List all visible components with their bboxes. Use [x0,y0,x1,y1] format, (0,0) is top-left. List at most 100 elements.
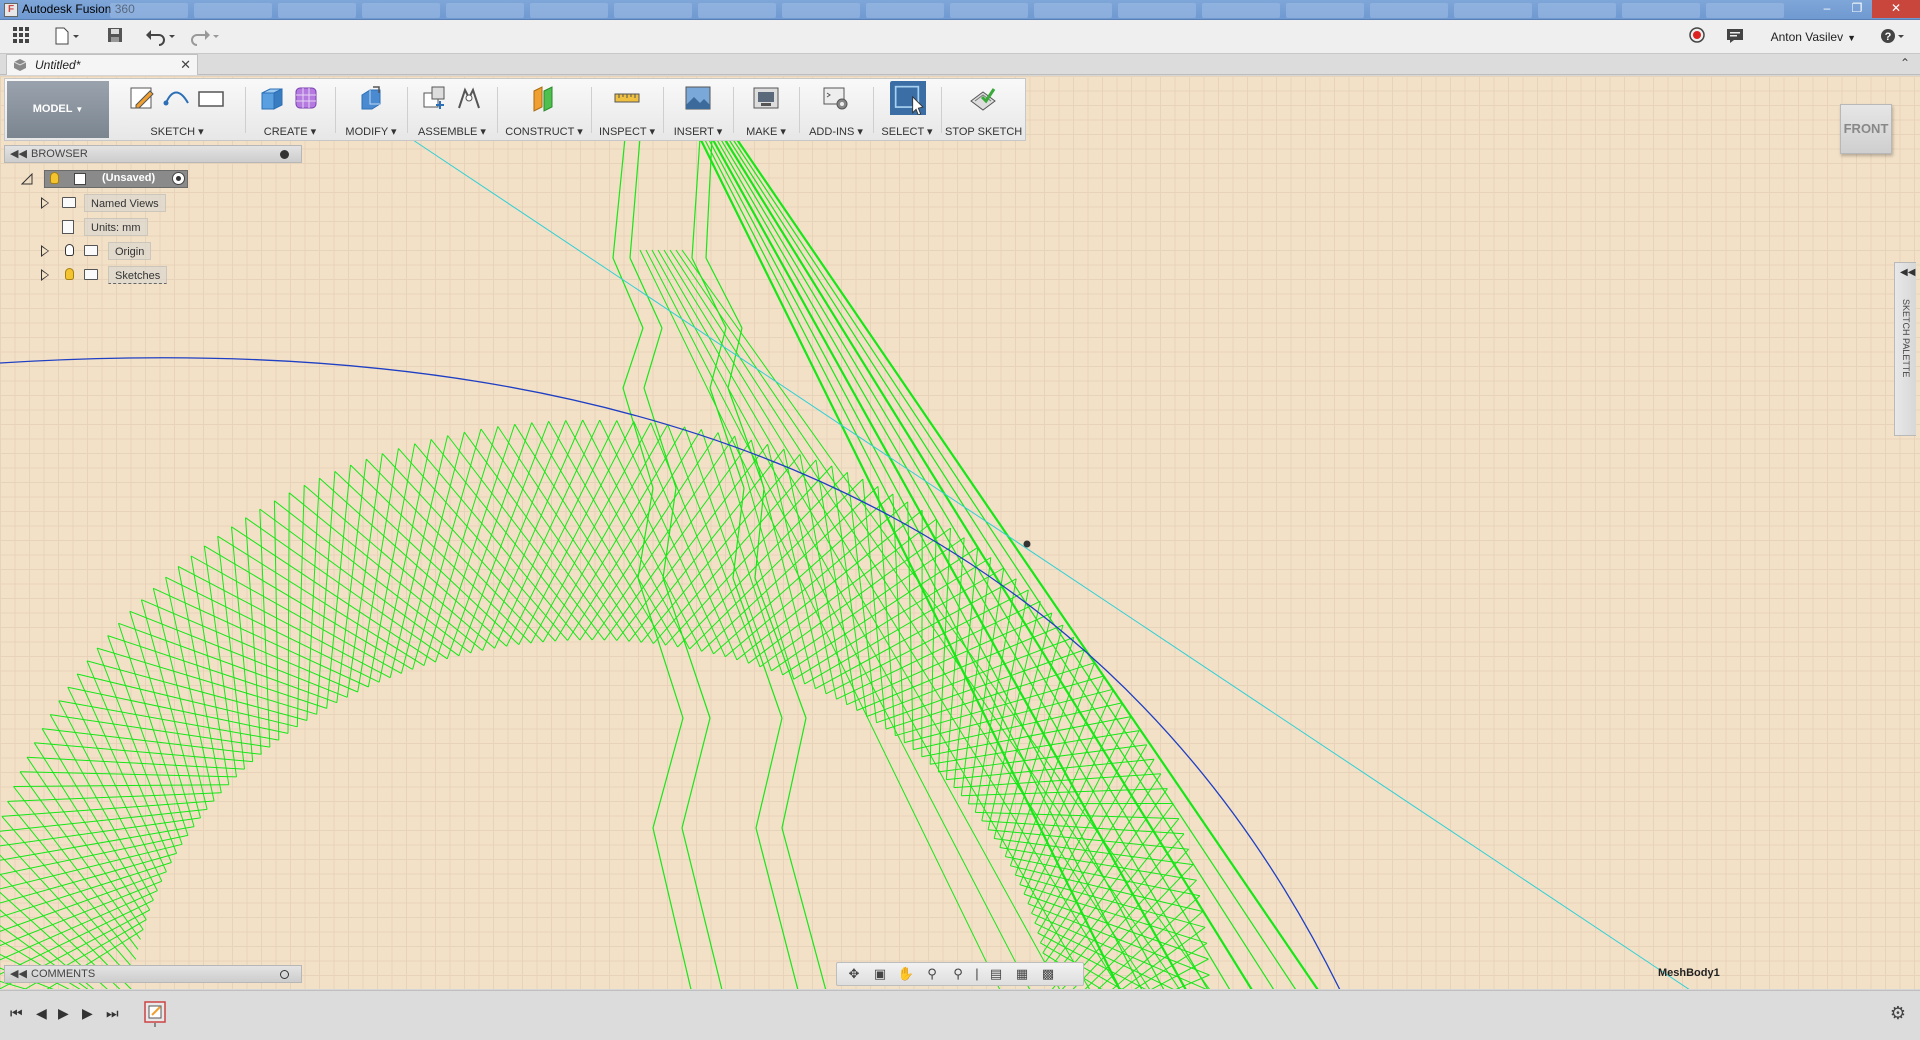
redo-icon[interactable] [188,26,222,48]
addins-label: ADD-INS [809,126,855,138]
origin-label: Origin [108,242,152,260]
divider: | [975,966,979,981]
create-label: CREATE [263,126,308,138]
toolbar-ribbon: MODEL ▼ SKETCH ▾ CREATE ▾ MODIFY ▾ ASSEM… [4,78,1026,141]
activate-radio-icon[interactable] [172,172,185,185]
create-group[interactable]: CREATE ▾ [249,83,331,139]
collapse-panel-icon[interactable]: ◀◀ [10,967,27,980]
3d-print-icon[interactable] [751,83,781,113]
press-pull-icon[interactable] [356,83,386,113]
user-account-menu[interactable]: Anton Vasilev ▼ [1771,30,1856,44]
go-to-end-icon[interactable]: ⏭ [106,1005,119,1022]
new-component-icon[interactable] [420,83,450,113]
navigation-bar: ✥ ▣ ✋ ⚲ ⚲ | ▤ ▦ ▩ [836,962,1084,986]
form-icon[interactable] [292,83,322,113]
fusion-app-icon: F [4,3,18,17]
expand-triangle-icon[interactable] [41,197,49,209]
collapse-panel-icon[interactable]: ◀◀ [10,147,27,160]
visibility-bulb-icon[interactable] [65,268,74,280]
minimize-icon[interactable]: – [1812,0,1842,18]
browser-item-units[interactable]: Units: mm [4,215,302,239]
restore-icon[interactable]: ❐ [1842,0,1872,18]
fit-zoom-icon[interactable]: ⚲ [947,964,969,984]
browser-item-sketches[interactable]: Sketches [4,263,302,287]
select-label: SELECT [881,126,924,138]
sketch-palette-tab[interactable]: ◀◀ SKETCH PALETTE [1894,262,1916,436]
notifications-icon[interactable] [1724,26,1746,48]
pan-hand-icon[interactable]: ✋ [895,964,917,984]
addins-group[interactable]: ADD-INS ▾ [803,83,869,139]
sketch-palette-label: SKETCH PALETTE [1901,299,1911,378]
comments-header[interactable]: ◀◀ COMMENTS [4,965,302,983]
insert-image-icon[interactable] [683,83,713,113]
undo-icon[interactable] [144,26,178,48]
display-settings-icon[interactable]: ▤ [985,964,1007,984]
close-tab-icon[interactable]: ✕ [180,57,191,73]
select-icon[interactable] [888,81,926,115]
browser-item-origin[interactable]: Origin [4,239,302,263]
step-forward-icon[interactable]: ▶ [82,1005,93,1022]
window-title-bar: F Autodesk Fusion 360 – ❐ ✕ [0,0,1920,20]
inspect-group[interactable]: INSPECT ▾ [595,83,659,139]
visibility-bulb-icon[interactable] [50,172,59,184]
document-tab[interactable]: Untitled* ✕ [6,54,198,75]
modify-group[interactable]: MODIFY ▾ [339,83,403,139]
make-label: MAKE [746,126,778,138]
stop-sketch-label: STOP SKETCH [945,126,1023,138]
browser-item-named-views[interactable]: Named Views [4,191,302,215]
offset-plane-icon[interactable] [529,83,559,113]
look-at-icon[interactable]: ▣ [869,964,891,984]
browser-root-row[interactable]: (Unsaved) [4,167,302,191]
ribbon-divider [335,87,336,133]
go-to-start-icon[interactable]: ⏮ [10,1005,23,1022]
scripts-addins-icon[interactable] [821,83,851,113]
sketch-group[interactable]: SKETCH ▾ [113,83,241,139]
extrude-icon[interactable] [258,83,288,113]
collapse-triangle-icon[interactable] [21,173,33,185]
insert-group[interactable]: INSERT ▾ [667,83,729,139]
workspace-switcher[interactable]: MODEL ▼ [7,81,109,138]
play-icon[interactable]: ▶ [58,1005,69,1022]
folder-icon [84,269,98,280]
gear-icon[interactable]: ⚙ [1890,1003,1906,1024]
create-sketch-icon[interactable] [128,83,158,113]
viewports-icon[interactable]: ▩ [1037,964,1059,984]
browser-header[interactable]: ◀◀ BROWSER [4,145,302,163]
folder-icon [84,245,98,256]
timeline-sketch-icon[interactable] [144,999,166,1027]
timeline-bar: ⏮ ◀ ▶ ▶ ⏭ ⚙ [0,990,1920,1040]
visibility-bulb-icon[interactable] [65,244,74,256]
assemble-label: ASSEMBLE [418,126,478,138]
file-menu-icon[interactable] [52,26,82,48]
joint-icon[interactable] [454,83,484,113]
rectangle-icon[interactable] [196,83,226,113]
expand-triangle-icon[interactable] [41,245,49,257]
zoom-icon[interactable]: ⚲ [921,964,943,984]
app-grid-icon[interactable] [10,26,32,48]
orbit-icon[interactable]: ✥ [843,964,865,984]
expand-palette-icon[interactable]: ◀◀ [1900,267,1915,278]
measure-icon[interactable] [612,83,642,113]
grid-settings-icon[interactable]: ▦ [1011,964,1033,984]
construct-group[interactable]: CONSTRUCT ▾ [501,83,587,139]
document-tab-bar: Untitled* ✕ ⌃ [0,54,1920,75]
expand-triangle-icon[interactable] [41,269,49,281]
collapse-tabs-icon[interactable]: ⌃ [1900,56,1910,70]
step-back-icon[interactable]: ◀ [36,1005,47,1022]
close-window-icon[interactable]: ✕ [1872,0,1920,18]
select-group[interactable]: SELECT ▾ [877,81,937,139]
stop-sketch-group[interactable]: STOP SKETCH [945,83,1023,139]
viewcube[interactable]: FRONT [1840,104,1892,154]
line-icon[interactable] [162,83,192,113]
help-icon[interactable]: ? [1878,26,1908,48]
pin-panel-icon[interactable] [280,150,289,159]
sketch-point [1023,540,1031,548]
workspace-label: MODEL [32,103,73,115]
record-icon[interactable] [1686,26,1708,48]
comments-title: COMMENTS [31,968,96,980]
add-comment-icon[interactable] [280,970,289,979]
assemble-group[interactable]: ASSEMBLE ▾ [411,83,493,139]
stop-sketch-icon[interactable] [968,83,998,113]
save-icon[interactable] [104,26,126,48]
make-group[interactable]: MAKE ▾ [737,83,795,139]
